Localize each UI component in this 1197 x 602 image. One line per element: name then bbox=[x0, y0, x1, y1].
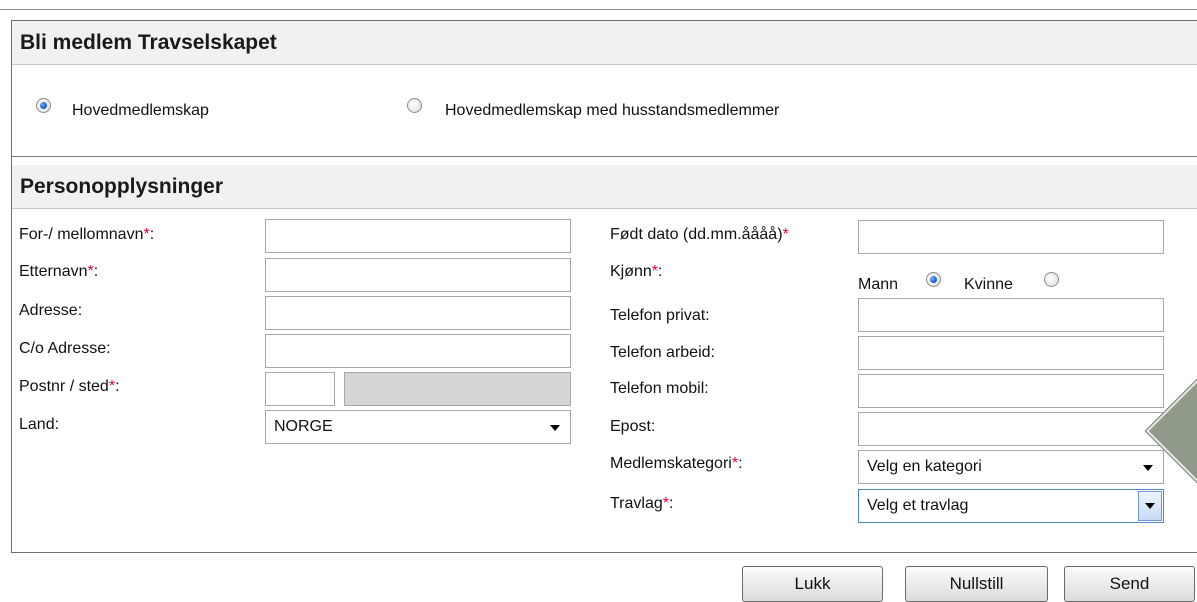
radio-gender-female[interactable] bbox=[1044, 272, 1059, 287]
label-last-name: Etternavn*: bbox=[19, 263, 99, 280]
gender-male-label: Mann bbox=[858, 276, 899, 293]
send-button[interactable]: Send bbox=[1064, 566, 1195, 602]
close-button[interactable]: Lukk bbox=[742, 566, 883, 602]
label-email: Epost: bbox=[610, 418, 656, 435]
last-name-input[interactable] bbox=[265, 258, 571, 292]
sted-input bbox=[344, 372, 571, 406]
label-phone-private: Telefon privat: bbox=[610, 307, 710, 324]
gender-female-label: Kvinne bbox=[964, 276, 1013, 293]
radio-label-hovedmedlemskap: Hovedmedlemskap bbox=[72, 102, 209, 119]
label-postal: Postnr / sted*: bbox=[19, 378, 120, 395]
label-address: Adresse: bbox=[19, 302, 83, 319]
section-header-membership: Bli medlem Travselskapet bbox=[12, 21, 1197, 65]
label-travlag: Travlag*: bbox=[610, 495, 674, 512]
label-birth-date: Født dato (dd.mm.åååå)* bbox=[610, 226, 789, 243]
member-category-value: Velg en kategori bbox=[867, 458, 982, 475]
travlag-value: Velg et travlag bbox=[867, 497, 969, 514]
label-first-name: For-/ mellomnavn*: bbox=[19, 226, 155, 243]
top-divider bbox=[0, 9, 1197, 10]
section-title-personal: Personopplysninger bbox=[20, 175, 224, 198]
phone-private-input[interactable] bbox=[858, 298, 1164, 332]
section-header-personal: Personopplysninger bbox=[12, 165, 1197, 209]
travlag-select[interactable]: Velg et travlag bbox=[858, 489, 1164, 523]
section-title-membership: Bli medlem Travselskapet bbox=[20, 31, 277, 54]
label-phone-work: Telefon arbeid: bbox=[610, 344, 715, 361]
birth-date-input[interactable] bbox=[858, 220, 1164, 254]
chevron-down-icon[interactable] bbox=[1138, 491, 1162, 521]
chevron-down-icon bbox=[1143, 465, 1153, 471]
reset-button[interactable]: Nullstill bbox=[905, 566, 1048, 602]
address-input[interactable] bbox=[265, 296, 571, 330]
radio-hovedmedlemskap[interactable] bbox=[36, 98, 51, 113]
phone-work-input[interactable] bbox=[858, 336, 1164, 370]
country-value: NORGE bbox=[274, 418, 333, 435]
membership-form: Bli medlem Travselskapet Hovedmedlemskap… bbox=[11, 20, 1197, 553]
phone-mobile-input[interactable] bbox=[858, 374, 1164, 408]
radio-gender-male[interactable] bbox=[926, 272, 941, 287]
co-address-input[interactable] bbox=[265, 334, 571, 368]
postnr-input[interactable] bbox=[265, 372, 335, 406]
section-divider bbox=[12, 156, 1197, 157]
member-category-select[interactable]: Velg en kategori bbox=[858, 450, 1164, 484]
chevron-down-icon bbox=[550, 425, 560, 431]
label-country: Land: bbox=[19, 416, 60, 433]
label-phone-mobile: Telefon mobil: bbox=[610, 380, 709, 397]
label-member-category: Medlemskategori*: bbox=[610, 455, 743, 472]
country-select[interactable]: NORGE bbox=[265, 410, 571, 444]
label-co-address: C/o Adresse: bbox=[19, 340, 111, 357]
email-input[interactable] bbox=[858, 412, 1164, 446]
label-gender: Kjønn*: bbox=[610, 263, 663, 280]
radio-label-hovedmedlemskap-husstand: Hovedmedlemskap med husstandsmedlemmer bbox=[445, 102, 780, 119]
radio-hovedmedlemskap-husstand[interactable] bbox=[407, 98, 422, 113]
first-name-input[interactable] bbox=[265, 219, 571, 253]
